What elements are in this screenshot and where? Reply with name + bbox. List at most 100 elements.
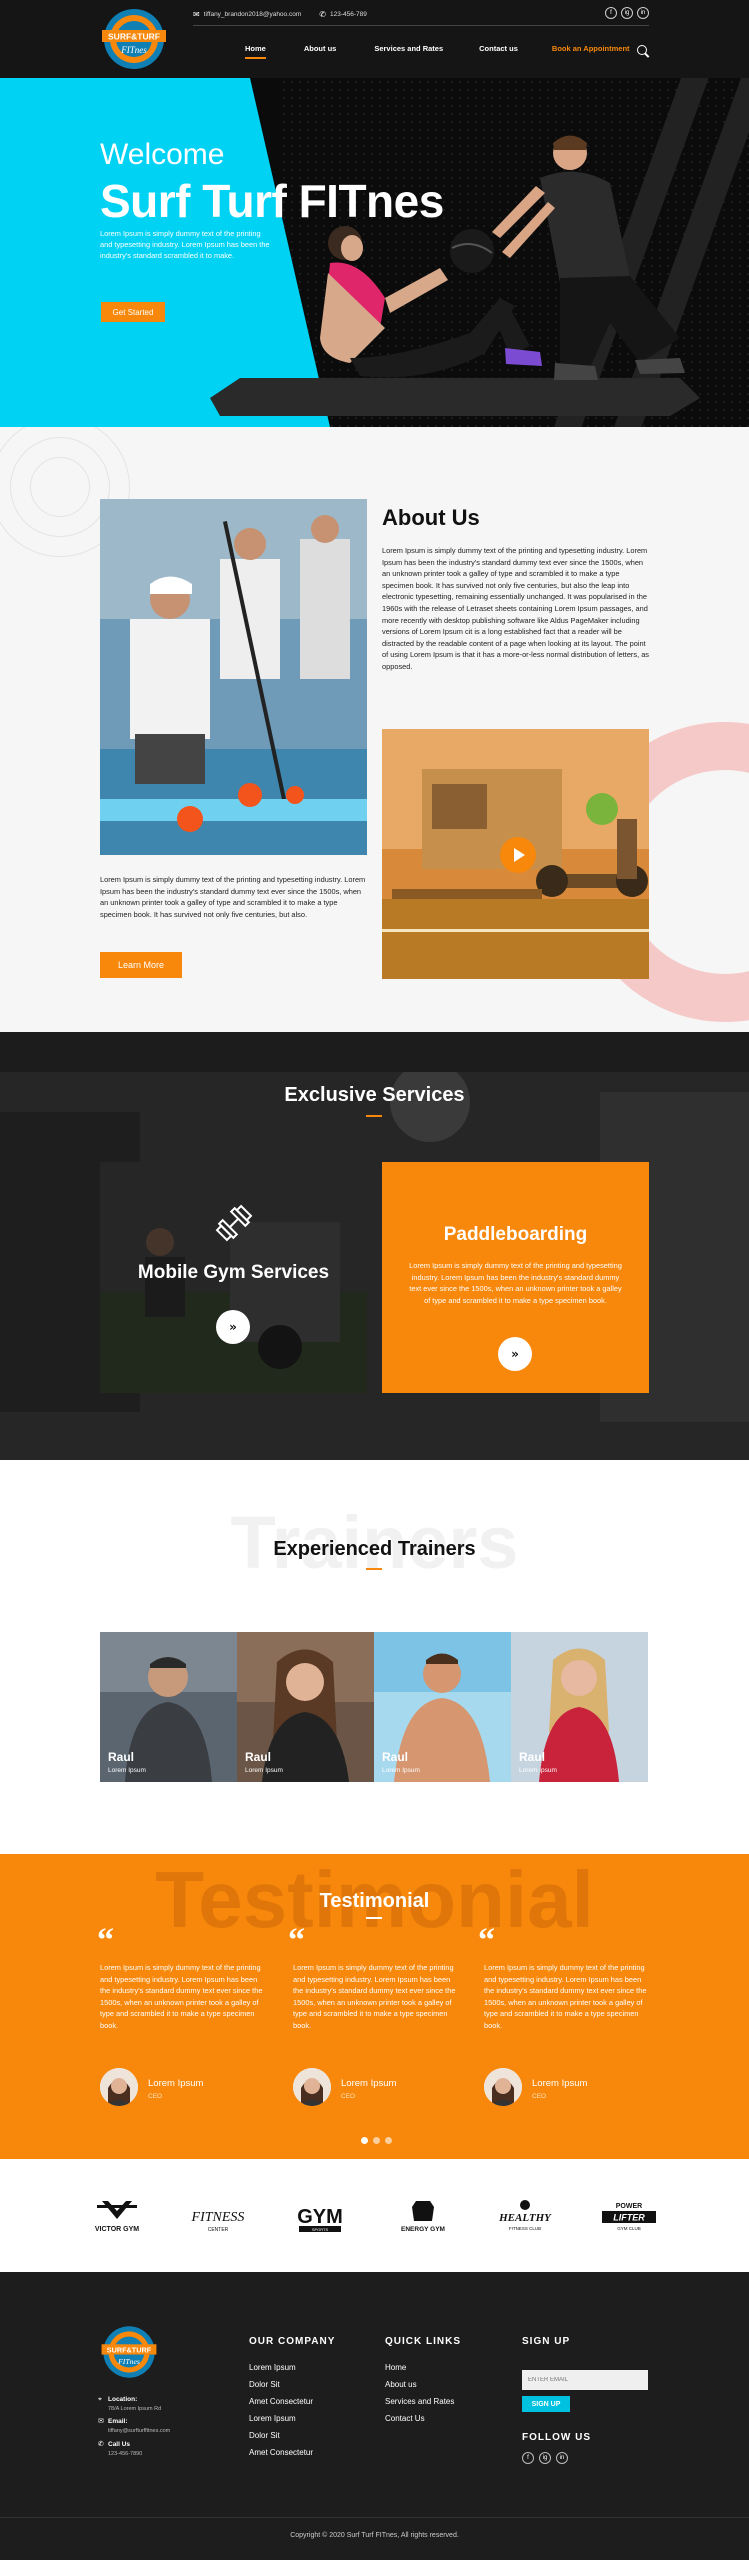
company-link[interactable]: Lorem Ipsum xyxy=(249,2414,296,2423)
location-icon: ⌖ xyxy=(98,2395,102,2403)
svg-text:GYM: GYM xyxy=(297,2206,343,2228)
arrow-button[interactable]: » xyxy=(216,1310,250,1344)
company-link[interactable]: Amet Consectetur xyxy=(249,2448,313,2457)
email-field[interactable] xyxy=(522,2370,648,2390)
brand-logo-healthy: HEALTHY FITNESS CLUB xyxy=(498,2200,552,2231)
quote-icon: “ xyxy=(97,1922,114,1959)
service-card-mobile-gym[interactable]: Mobile Gym Services » xyxy=(100,1162,367,1393)
header-social: f ig in xyxy=(605,7,649,19)
svg-text:HEALTHY: HEALTHY xyxy=(498,2212,552,2224)
quick-link-about[interactable]: About us xyxy=(385,2380,417,2389)
phone-value[interactable]: 123-456-7890 xyxy=(108,2451,142,2457)
brand-logo[interactable]: SURF&TURF FITnes xyxy=(98,4,170,74)
svg-text:GYM CLUB: GYM CLUB xyxy=(617,2226,641,2231)
about-short-text: Lorem Ipsum is simply dummy text of the … xyxy=(100,875,366,919)
carousel-dot[interactable] xyxy=(361,2137,368,2144)
quick-link-services[interactable]: Services and Rates xyxy=(385,2397,454,2406)
instagram-icon[interactable]: ig xyxy=(621,7,633,19)
learn-more-button[interactable]: Learn More xyxy=(100,952,182,978)
site-footer: SURF&TURF FITnes ⌖ Location: 78/A Lorem … xyxy=(0,2272,749,2560)
trainer-card[interactable]: Raul Lorem Ipsum xyxy=(100,1632,237,1782)
location-label: Location: xyxy=(108,2396,138,2403)
quick-link-home[interactable]: Home xyxy=(385,2363,406,2372)
nav-contact[interactable]: Contact us xyxy=(479,44,518,59)
get-started-button[interactable]: Get Started xyxy=(101,302,165,322)
nav-book-appointment[interactable]: Book an Appointment xyxy=(552,44,630,59)
mail-icon: ✉ xyxy=(193,10,200,19)
paddleboard-photo xyxy=(100,499,367,855)
search-icon[interactable] xyxy=(637,45,647,55)
linkedin-icon[interactable]: in xyxy=(556,2452,568,2464)
footer-logo[interactable]: SURF&TURF FITnes xyxy=(98,2322,160,2382)
title-underline xyxy=(366,1917,382,1919)
site-header: SURF&TURF FITnes ✉ tiffany_brandon2018@y… xyxy=(0,0,749,78)
copyright-text: Copyright © 2020 Surf Turf FITnes, All r… xyxy=(290,2532,459,2539)
email-value[interactable]: tiffany@surfturffitnes.com xyxy=(108,2428,170,2434)
company-link[interactable]: Lorem Ipsum xyxy=(249,2363,296,2372)
signup-button[interactable]: SIGN UP xyxy=(522,2396,570,2412)
trainer-name: Raul xyxy=(245,1750,272,1764)
trainer-name: Raul xyxy=(108,1750,135,1764)
testimonial-text: Lorem Ipsum is simply dummy text of the … xyxy=(100,1963,263,2030)
brand-logo-victor-gym: VICTOR GYM xyxy=(95,2201,139,2233)
play-button[interactable] xyxy=(500,837,536,873)
trainer-card[interactable]: Raul Lorem Ipsum xyxy=(511,1632,648,1782)
company-link[interactable]: Dolor Sit xyxy=(249,2431,280,2440)
svg-text:SPORTS: SPORTS xyxy=(312,2227,329,2232)
about-video[interactable] xyxy=(382,729,649,979)
svg-text:VICTOR GYM: VICTOR GYM xyxy=(95,2226,139,2233)
nav-about[interactable]: About us xyxy=(304,44,337,59)
company-link[interactable]: Dolor Sit xyxy=(249,2380,280,2389)
testimonial-role: CEO xyxy=(532,2093,547,2100)
testimonial-name: Lorem Ipsum xyxy=(148,2078,204,2089)
arrow-button[interactable]: » xyxy=(498,1337,532,1371)
facebook-icon[interactable]: f xyxy=(605,7,617,19)
testimonial-text: Lorem Ipsum is simply dummy text of the … xyxy=(293,1963,456,2030)
trainer-card[interactable]: Raul Lorem Ipsum xyxy=(374,1632,511,1782)
carousel-dot[interactable] xyxy=(385,2137,392,2144)
hero-text: Lorem Ipsum is simply dummy text of the … xyxy=(100,229,270,260)
trainer-role: Lorem Ipsum xyxy=(382,1767,420,1774)
svg-text:FITnes: FITnes xyxy=(120,45,147,55)
avatar xyxy=(484,2068,522,2106)
svg-text:ENERGY GYM: ENERGY GYM xyxy=(401,2226,445,2233)
company-heading: OUR COMPANY xyxy=(249,2336,336,2347)
facebook-icon[interactable]: f xyxy=(522,2452,534,2464)
nav-home[interactable]: Home xyxy=(245,44,266,59)
dumbbell-icon xyxy=(215,1204,253,1242)
testimonial-role: CEO xyxy=(148,2093,163,2100)
trainers-title: Experienced Trainers xyxy=(273,1538,476,1560)
svg-text:CENTER: CENTER xyxy=(208,2227,229,2233)
testimonial-name: Lorem Ipsum xyxy=(341,2078,397,2089)
carousel-dot[interactable] xyxy=(373,2137,380,2144)
phone-icon: ✆ xyxy=(319,10,326,19)
contact-bar: ✉ tiffany_brandon2018@yahoo.com ✆ 123-45… xyxy=(193,7,649,26)
about-text: Lorem Ipsum is simply dummy text of the … xyxy=(382,546,649,671)
svg-text:SURF&TURF: SURF&TURF xyxy=(107,2345,152,2354)
service-card-paddleboarding[interactable]: Paddleboarding Lorem Ipsum is simply dum… xyxy=(382,1162,649,1393)
signup-heading: SIGN UP xyxy=(522,2336,571,2347)
email-label: Email: xyxy=(108,2418,128,2425)
phone-icon: ✆ xyxy=(98,2440,104,2448)
header-email[interactable]: tiffany_brandon2018@yahoo.com xyxy=(204,11,302,18)
decor-ring xyxy=(30,457,90,517)
trainer-name: Raul xyxy=(382,1750,409,1764)
nav-services[interactable]: Services and Rates xyxy=(374,44,443,59)
trainer-role: Lorem Ipsum xyxy=(245,1767,283,1774)
brand-logos: VICTOR GYM FITNESS CENTER GYM SPORTS ENE… xyxy=(0,2159,749,2272)
service-text: Lorem Ipsum is simply dummy text of the … xyxy=(409,1261,622,1305)
testimonial-role: CEO xyxy=(341,2093,356,2100)
hero-workout-image xyxy=(210,135,700,416)
company-link[interactable]: Amet Consectetur xyxy=(249,2397,313,2406)
header-phone[interactable]: 123-456-789 xyxy=(330,11,367,18)
quick-link-contact[interactable]: Contact Us xyxy=(385,2414,425,2423)
avatar xyxy=(293,2068,331,2106)
trainer-card[interactable]: Raul Lorem Ipsum xyxy=(237,1632,374,1782)
svg-text:FITnes: FITnes xyxy=(117,2357,140,2366)
trainer-name: Raul xyxy=(519,1750,546,1764)
instagram-icon[interactable]: ig xyxy=(539,2452,551,2464)
testimonial-name: Lorem Ipsum xyxy=(532,2078,588,2089)
testimonial-section: Testimonial Testimonial “ Lorem Ipsum is… xyxy=(0,1854,749,2159)
linkedin-icon[interactable]: in xyxy=(637,7,649,19)
quote-icon: “ xyxy=(478,1922,495,1959)
